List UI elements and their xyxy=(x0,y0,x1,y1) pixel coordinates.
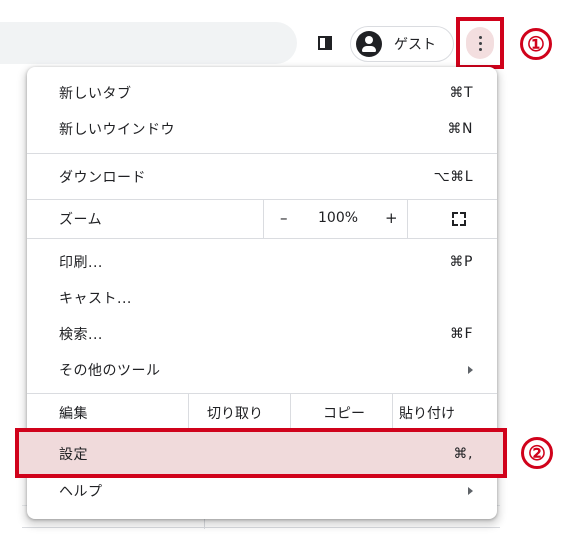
menu-separator xyxy=(27,238,497,239)
menu-item-shortcut: ⌘P xyxy=(449,254,473,270)
menu-item-new-window[interactable]: 新しいウインドウ ⌘N xyxy=(27,111,497,147)
cut-button[interactable]: 切り取り xyxy=(207,403,263,423)
fullscreen-icon[interactable] xyxy=(452,212,466,226)
menu-item-label: その他のツール xyxy=(59,363,161,379)
menu-item-print[interactable]: 印刷... ⌘P xyxy=(27,244,497,280)
menu-item-shortcut: ⌘T xyxy=(449,85,473,101)
menu-button-highlight xyxy=(456,17,504,69)
kebab-dot-icon xyxy=(478,41,482,45)
paste-button[interactable]: 貼り付け xyxy=(399,403,455,423)
copy-button[interactable]: コピー xyxy=(323,403,365,423)
more-menu-button[interactable] xyxy=(466,27,494,59)
profile-button[interactable]: ゲスト xyxy=(350,26,454,62)
menu-item-label: 新しいウインドウ xyxy=(59,122,175,138)
menu-item-shortcut: ⌥⌘L xyxy=(433,169,473,185)
edit-divider xyxy=(290,394,291,431)
edit-divider xyxy=(188,394,189,431)
zoom-divider xyxy=(407,200,408,238)
menu-item-label: 印刷... xyxy=(59,255,103,271)
menu-item-label: ヘルプ xyxy=(59,484,103,500)
menu-item-new-tab[interactable]: 新しいタブ ⌘T xyxy=(27,75,497,111)
menu-item-label: ダウンロード xyxy=(59,170,146,186)
menu-item-shortcut: ⌘F xyxy=(449,326,473,342)
menu-item-label: 設定 xyxy=(59,447,88,463)
menu-separator xyxy=(27,153,497,154)
page-bottom-line xyxy=(22,527,500,528)
menu-item-downloads[interactable]: ダウンロード ⌥⌘L xyxy=(27,159,497,195)
zoom-in-button[interactable]: + xyxy=(385,209,398,227)
menu-item-label: 検索... xyxy=(59,327,103,343)
zoom-divider xyxy=(263,200,264,238)
menu-item-settings[interactable]: 設定 ⌘, xyxy=(27,436,497,472)
address-bar[interactable] xyxy=(0,22,297,64)
avatar-icon xyxy=(356,31,382,57)
profile-name: ゲスト xyxy=(394,37,436,53)
menu-item-help[interactable]: ヘルプ xyxy=(27,473,497,509)
menu-item-more-tools[interactable]: その他のツール xyxy=(27,352,497,388)
step-marker-1: ① xyxy=(520,28,552,60)
menu-item-find[interactable]: 検索... ⌘F xyxy=(27,316,497,352)
menu-item-cast[interactable]: キャスト... xyxy=(27,280,497,316)
menu-item-label: キャスト... xyxy=(59,291,132,307)
zoom-out-button[interactable]: – xyxy=(280,209,288,227)
menu-item-zoom: ズーム xyxy=(27,201,497,237)
submenu-arrow-icon xyxy=(468,487,473,495)
menu-item-label: 新しいタブ xyxy=(59,86,132,102)
menu-item-shortcut: ⌘N xyxy=(447,121,473,137)
kebab-dot-icon xyxy=(478,35,482,39)
edit-divider xyxy=(392,394,393,431)
menu-item-label: ズーム xyxy=(59,212,103,228)
zoom-level: 100% xyxy=(318,210,359,226)
side-panel-icon[interactable] xyxy=(318,36,332,50)
submenu-arrow-icon xyxy=(468,366,473,374)
step-marker-2: ② xyxy=(521,437,553,469)
menu-item-shortcut: ⌘, xyxy=(453,446,473,462)
kebab-dot-icon xyxy=(478,47,482,51)
menu-separator xyxy=(27,199,497,200)
